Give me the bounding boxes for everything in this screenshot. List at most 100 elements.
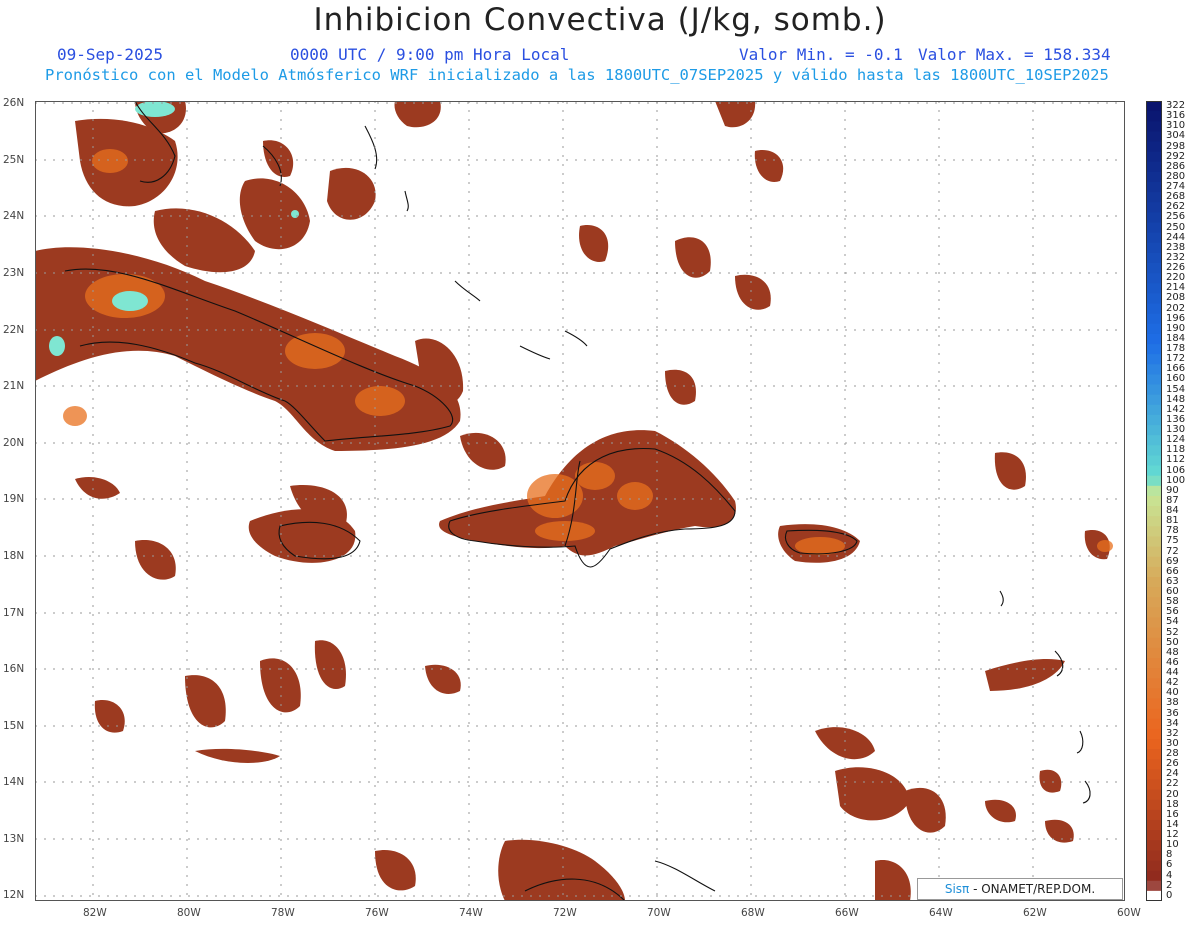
- colorbar-label: 304: [1166, 130, 1186, 142]
- colorbar-swatch: [1146, 587, 1162, 598]
- colorbar-swatch: [1146, 607, 1162, 618]
- colorbar-swatch: [1146, 212, 1162, 224]
- colorbar-swatch: [1146, 394, 1162, 406]
- colorbar-swatch: [1146, 171, 1162, 183]
- colorbar-swatch: [1146, 263, 1162, 274]
- colorbar-swatch: [1146, 404, 1162, 416]
- colorbar-swatch: [1146, 627, 1162, 639]
- colorbar-swatch: [1146, 131, 1162, 143]
- colorbar-swatch: [1146, 759, 1162, 770]
- colorbar-swatch: [1146, 516, 1162, 527]
- colorbar-swatch: [1146, 617, 1162, 629]
- colorbar-swatch: [1146, 840, 1162, 851]
- colorbar-swatch: [1146, 749, 1162, 760]
- colorbar-swatch: [1146, 576, 1162, 588]
- lat-label: 23N: [3, 267, 25, 279]
- colorbar-swatch: [1146, 252, 1162, 264]
- lon-label: 62W: [1023, 907, 1047, 919]
- map-title: Inhibicion Convectiva (J/kg, somb.): [313, 2, 887, 38]
- colorbar-swatch: [1146, 313, 1162, 325]
- lat-label: 22N: [3, 324, 25, 336]
- colorbar-swatch: [1146, 222, 1162, 234]
- sispi-logo-text: Sisπ: [944, 882, 970, 896]
- colorbar-swatch: [1146, 738, 1162, 750]
- colorbar-swatch: [1146, 364, 1162, 375]
- colorbar-swatch: [1146, 850, 1162, 861]
- colorbar-swatch: [1146, 202, 1162, 213]
- credit-box: Sisπ - ONAMET/REP.DOM.: [917, 878, 1123, 900]
- colorbar-swatch: [1146, 121, 1162, 132]
- colorbar-swatch: [1146, 647, 1162, 659]
- colorbar-swatch: [1146, 668, 1162, 679]
- colorbar-swatch: [1146, 637, 1162, 649]
- colorbar-swatch: [1146, 890, 1162, 901]
- colorbar-label: 22: [1166, 778, 1179, 790]
- colorbar-swatch: [1146, 293, 1162, 305]
- colorbar-swatch: [1146, 536, 1162, 548]
- lat-label: 14N: [3, 776, 25, 788]
- lat-label: 19N: [3, 493, 25, 505]
- colorbar-swatch: [1146, 333, 1162, 345]
- colorbar-swatch: [1146, 708, 1162, 720]
- colorbar-label: 112: [1166, 454, 1186, 466]
- colorbar-swatch: [1146, 161, 1162, 173]
- colorbar-swatch: [1146, 495, 1162, 507]
- colorbar-swatch: [1146, 880, 1162, 892]
- colorbar-swatch: [1146, 485, 1162, 497]
- colorbar-swatch: [1146, 728, 1162, 740]
- colorbar-swatch: [1146, 506, 1162, 517]
- colorbar-swatch: [1146, 546, 1162, 558]
- colorbar-swatch: [1146, 819, 1162, 831]
- colorbar-swatch: [1146, 141, 1162, 153]
- colorbar-swatch: [1146, 830, 1162, 841]
- lon-label: 70W: [647, 907, 671, 919]
- colorbar-label: 6: [1166, 859, 1173, 871]
- colorbar-swatch: [1146, 232, 1162, 244]
- colorbar-swatch: [1146, 384, 1162, 396]
- colorbar-swatch: [1146, 182, 1162, 193]
- colorbar-swatch: [1146, 435, 1162, 446]
- colorbar-swatch: [1146, 242, 1162, 254]
- colorbar-label: 298: [1166, 140, 1186, 152]
- lat-label: 25N: [3, 154, 25, 166]
- colorbar-swatch: [1146, 779, 1162, 791]
- colorbar-swatch: [1146, 809, 1162, 821]
- colorbar-swatch: [1146, 860, 1162, 872]
- value-min: Valor Min. = -0.1: [739, 45, 903, 64]
- cin-map: [35, 101, 1125, 901]
- lon-label: 68W: [741, 907, 765, 919]
- lon-label: 60W: [1117, 907, 1141, 919]
- colorbar-label: 0: [1166, 889, 1173, 901]
- colorbar-swatch: [1146, 344, 1162, 355]
- lon-label: 72W: [553, 907, 577, 919]
- colorbar-label: 38: [1166, 697, 1179, 709]
- lon-label: 78W: [271, 907, 295, 919]
- colorbar-swatch: [1146, 678, 1162, 689]
- colorbar-swatch: [1146, 526, 1162, 537]
- colorbar-swatch: [1146, 597, 1162, 608]
- credit-text: - ONAMET/REP.DOM.: [969, 882, 1096, 896]
- lon-label: 64W: [929, 907, 953, 919]
- colorbar-swatch: [1146, 465, 1162, 477]
- colorbar-swatch: [1146, 425, 1162, 436]
- lat-label: 13N: [3, 833, 25, 845]
- colorbar-swatch: [1146, 192, 1162, 203]
- colorbar-swatch: [1146, 688, 1162, 699]
- colorbar-swatch: [1146, 698, 1162, 710]
- colorbar-swatch: [1146, 445, 1162, 456]
- value-max: Valor Max. = 158.334: [918, 45, 1111, 64]
- colorbar-label: 54: [1166, 616, 1179, 628]
- lat-label: 21N: [3, 380, 25, 392]
- lon-label: 80W: [177, 907, 201, 919]
- lon-label: 76W: [365, 907, 389, 919]
- colorbar-label: 208: [1166, 292, 1186, 304]
- colorbar-swatch: [1146, 657, 1162, 669]
- colorbar-label: 75: [1166, 535, 1179, 547]
- lat-label: 20N: [3, 437, 25, 449]
- lon-label: 74W: [459, 907, 483, 919]
- colorbar-swatch: [1146, 323, 1162, 335]
- colorbar-swatch: [1146, 111, 1162, 122]
- colorbar-swatch: [1146, 870, 1162, 882]
- colorbar-swatch: [1146, 475, 1162, 487]
- lat-label: 18N: [3, 550, 25, 562]
